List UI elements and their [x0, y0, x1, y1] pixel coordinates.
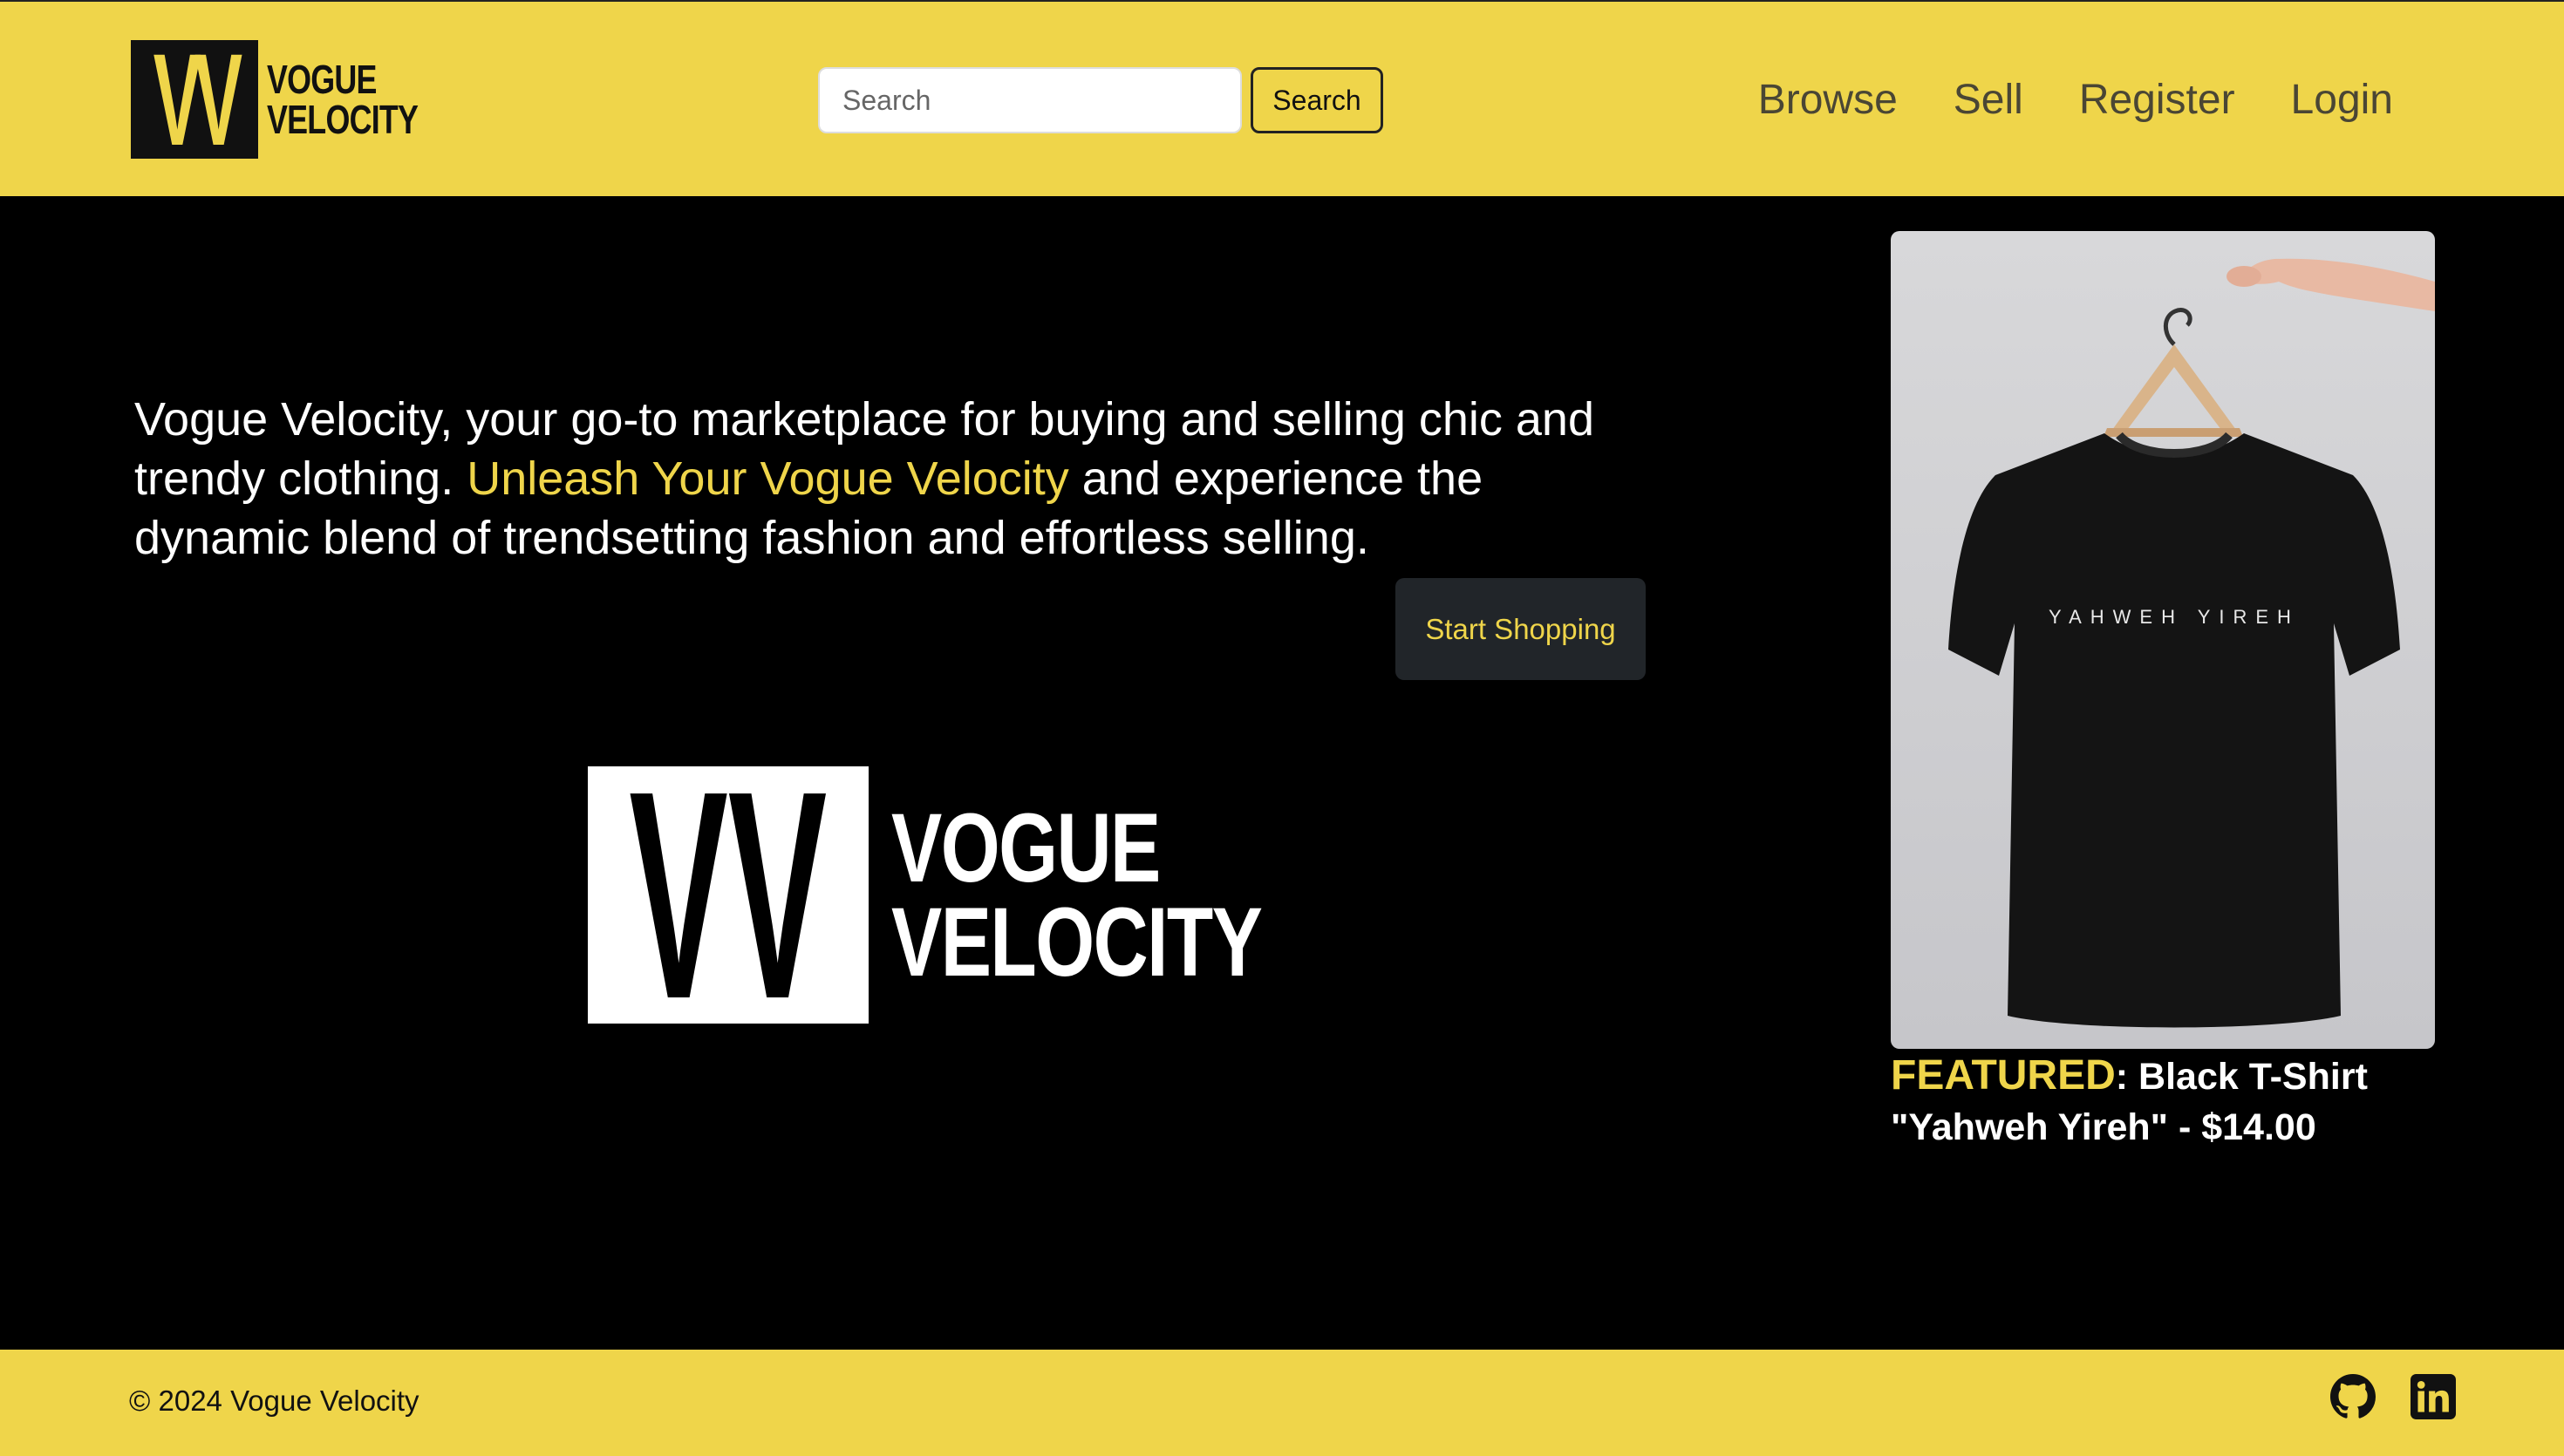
- copyright-text: © 2024 Vogue Velocity: [129, 1385, 419, 1417]
- shirt-print-text: YAHWEH YIREH: [2049, 606, 2300, 628]
- nav-login[interactable]: Login: [2291, 73, 2393, 127]
- hero-text-accent: Unleash Your Vogue Velocity: [467, 452, 1069, 505]
- start-shopping-button[interactable]: Start Shopping: [1395, 578, 1646, 680]
- main-nav: Browse Sell Register Login: [1702, 73, 2393, 127]
- site-footer: © 2024 Vogue Velocity: [0, 1350, 2564, 1456]
- hero-logo: VV VOGUE VELOCITY: [588, 747, 1366, 1044]
- linkedin-icon[interactable]: [2411, 1374, 2456, 1424]
- featured-caption: FEATURED: Black T-Shirt "Yahweh Yireh" -…: [1891, 1051, 2449, 1153]
- logo-word-1: VOGUE: [267, 57, 377, 102]
- featured-label: FEATURED: [1891, 1052, 2116, 1099]
- logo-mark: VV: [131, 34, 258, 165]
- hero-logo-wordmark: VOGUE VELOCITY: [891, 793, 1366, 997]
- hero-logo-word-1: VOGUE: [891, 793, 1161, 902]
- hero-tagline: Vogue Velocity, your go-to marketplace f…: [134, 390, 1660, 568]
- nav-sell[interactable]: Sell: [1954, 73, 2023, 127]
- nav-register[interactable]: Register: [2079, 73, 2235, 127]
- featured-product-image[interactable]: YAHWEH YIREH: [1891, 231, 2435, 1049]
- search-input[interactable]: [818, 67, 1242, 133]
- search-button[interactable]: Search: [1251, 67, 1383, 133]
- nav-browse[interactable]: Browse: [1758, 73, 1898, 127]
- logo-word-2: VELOCITY: [267, 97, 419, 142]
- hero-logo-word-2: VELOCITY: [891, 887, 1263, 997]
- social-links: [2295, 1374, 2456, 1424]
- hero-section: Vogue Velocity, your go-to marketplace f…: [0, 196, 2564, 1350]
- site-header: VV VOGUE VELOCITY Search Browse Sell Reg…: [0, 0, 2564, 196]
- github-icon[interactable]: [2330, 1374, 2376, 1424]
- header-logo[interactable]: VV VOGUE VELOCITY: [131, 34, 460, 165]
- logo-wordmark: VOGUE VELOCITY: [267, 59, 460, 139]
- tshirt-on-hanger-illustration: YAHWEH YIREH: [1948, 258, 2435, 1028]
- search-form: Search: [818, 67, 1383, 133]
- hero-logo-mark: VV: [588, 747, 869, 1044]
